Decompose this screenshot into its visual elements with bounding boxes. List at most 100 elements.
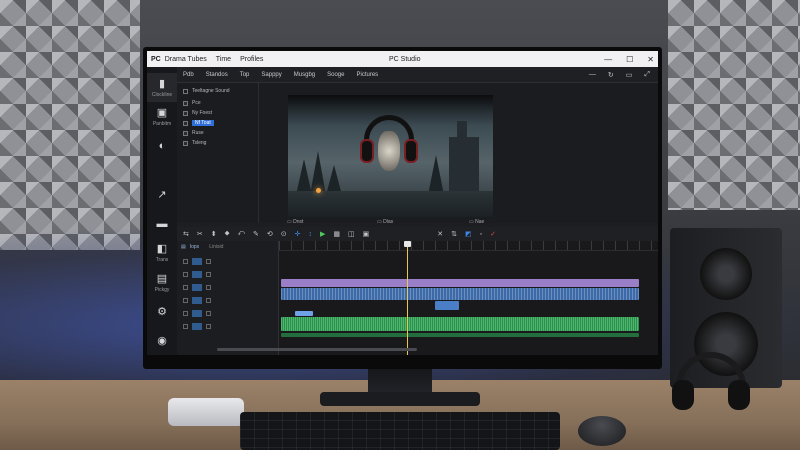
undo-icon[interactable]: ⤺ [238, 230, 245, 238]
menu-item-time[interactable]: Time [216, 56, 231, 63]
preview-control-mid[interactable]: ▭ Dlas [377, 219, 393, 225]
track-header[interactable] [177, 307, 278, 320]
minimize-icon[interactable]: — [604, 55, 612, 64]
rail-button-export[interactable]: ↗ [147, 180, 177, 209]
timeline-scrollbar[interactable] [217, 348, 417, 351]
checkbox-icon[interactable] [183, 88, 188, 94]
preview-control-left[interactable]: ▭ Dnst [287, 219, 303, 225]
rail-button-settings[interactable]: ⚙ [147, 297, 177, 326]
media-icon: ▣ [156, 107, 168, 120]
scissors-icon[interactable]: ✂ [197, 230, 203, 238]
music-clip[interactable] [281, 317, 639, 331]
close-icon[interactable]: ✕ [647, 55, 654, 64]
dot-icon[interactable]: ◦ [480, 231, 482, 238]
eye-icon[interactable] [206, 311, 211, 316]
track-header[interactable] [177, 281, 278, 294]
toolbar-item-top[interactable]: Top [240, 72, 250, 78]
headphone-cup-left [360, 139, 374, 163]
eye-icon[interactable] [206, 298, 211, 303]
toolbar-item-standos[interactable]: Standos [206, 72, 228, 78]
title-bar: PC Drama Tubes Time Profiles PC Studio —… [147, 51, 658, 67]
split-icon[interactable]: ⬍ [211, 230, 217, 238]
toolbar-item-pdb[interactable]: Pdb [183, 72, 194, 78]
timeline-ruler[interactable] [279, 241, 658, 251]
checkbox-icon[interactable] [183, 140, 188, 146]
swap-icon[interactable]: ⇆ [183, 230, 189, 238]
ground-shape [288, 191, 493, 217]
marker-icon[interactable]: ⬥ [225, 230, 230, 238]
checkbox-icon[interactable] [183, 120, 188, 126]
rail-button-clockline[interactable]: ▮ Clockline [147, 73, 177, 103]
window-icon[interactable]: ▭ [626, 71, 633, 79]
playhead[interactable] [404, 241, 411, 355]
expand-icon[interactable]: ⤢ [644, 71, 650, 79]
rail-button-panbitm[interactable]: ▣ Panbitm [147, 102, 177, 131]
sort-icon[interactable]: ⇅ [451, 230, 457, 238]
app-logo: PC [151, 55, 161, 63]
pen-icon[interactable]: ✎ [253, 230, 259, 238]
record-icon[interactable]: ⊙ [281, 230, 287, 238]
lock-icon[interactable] [183, 324, 188, 329]
menu-item-profiles[interactable]: Profiles [240, 56, 263, 63]
rail-button-color[interactable]: ◐ [147, 131, 177, 160]
music-clip-lower[interactable] [281, 333, 639, 337]
check-icon[interactable]: ✓ [490, 230, 496, 238]
media-item-selected[interactable]: Nf Toat [177, 118, 258, 128]
rail-button-pickgy[interactable]: ▤ Pickgy [147, 267, 177, 296]
track-header[interactable] [177, 294, 278, 307]
lock-icon[interactable] [183, 272, 188, 277]
refresh-icon[interactable]: ↻ [608, 71, 614, 79]
video-preview[interactable] [288, 95, 493, 217]
media-item[interactable]: Ny Foest [177, 108, 258, 118]
lock-icon[interactable] [183, 285, 188, 290]
audio-clip[interactable] [281, 288, 639, 300]
close-icon[interactable]: ✕ [437, 230, 443, 238]
checkbox-icon[interactable] [183, 110, 188, 116]
toolbar-item-sapppy[interactable]: Sapppy [261, 72, 281, 78]
media-item-label: Ruse [192, 130, 204, 136]
acoustic-foam-left [0, 0, 140, 250]
rail-label: Trans [155, 257, 169, 264]
grid-icon[interactable]: ▦ [333, 230, 340, 238]
loop-icon[interactable]: ⟲ [267, 230, 273, 238]
lock-icon[interactable] [183, 259, 188, 264]
timeline-header-label: Iops [189, 244, 200, 250]
checkbox-icon[interactable] [183, 100, 188, 106]
toolbar-item-musgbg[interactable]: Musgbg [294, 72, 315, 78]
track-header[interactable] [177, 320, 278, 333]
frame-icon[interactable]: ▣ [363, 230, 370, 238]
maximize-icon[interactable]: ☐ [626, 55, 633, 64]
eye-icon[interactable] [206, 324, 211, 329]
rail-button-account[interactable]: ◉ [147, 326, 177, 355]
rail-button-trans[interactable]: ◧ Trans [147, 238, 177, 267]
toolbar-item-pictures[interactable]: Pictures [356, 72, 378, 78]
track-thumb [192, 284, 202, 291]
lock-icon[interactable] [183, 311, 188, 316]
media-item[interactable]: Tsleng [177, 138, 258, 148]
video-clip[interactable] [281, 279, 639, 287]
media-item-label: Nf Toat [192, 120, 214, 126]
checkbox-icon[interactable] [183, 130, 188, 136]
track-header[interactable] [177, 268, 278, 281]
layout-icon[interactable]: ◫ [348, 230, 355, 238]
eye-icon[interactable] [206, 259, 211, 264]
media-item[interactable]: Pce [177, 98, 258, 108]
rail-button-camera[interactable]: ▬ [147, 209, 177, 238]
move-icon[interactable]: ↕ [309, 231, 313, 238]
layers-icon: ▤ [181, 244, 186, 250]
menu-item-drama-tubes[interactable]: Drama Tubes [165, 56, 207, 63]
lock-icon[interactable] [183, 298, 188, 303]
clip-label[interactable] [295, 311, 313, 316]
media-item[interactable]: Ruse [177, 128, 258, 138]
effects-icon[interactable]: ◩ [465, 230, 472, 238]
audio-clip-small[interactable] [435, 301, 459, 310]
toolbar-item-sooge[interactable]: Sooge [327, 72, 344, 78]
add-icon[interactable]: ✛ [295, 230, 301, 238]
preview-control-right[interactable]: ▭ Nae [469, 219, 484, 225]
eye-icon[interactable] [206, 285, 211, 290]
play-icon[interactable]: ▶ [320, 230, 325, 238]
track-header[interactable] [177, 255, 278, 268]
transition-icon: ◧ [156, 243, 168, 256]
minus-icon[interactable]: — [589, 71, 596, 79]
eye-icon[interactable] [206, 272, 211, 277]
